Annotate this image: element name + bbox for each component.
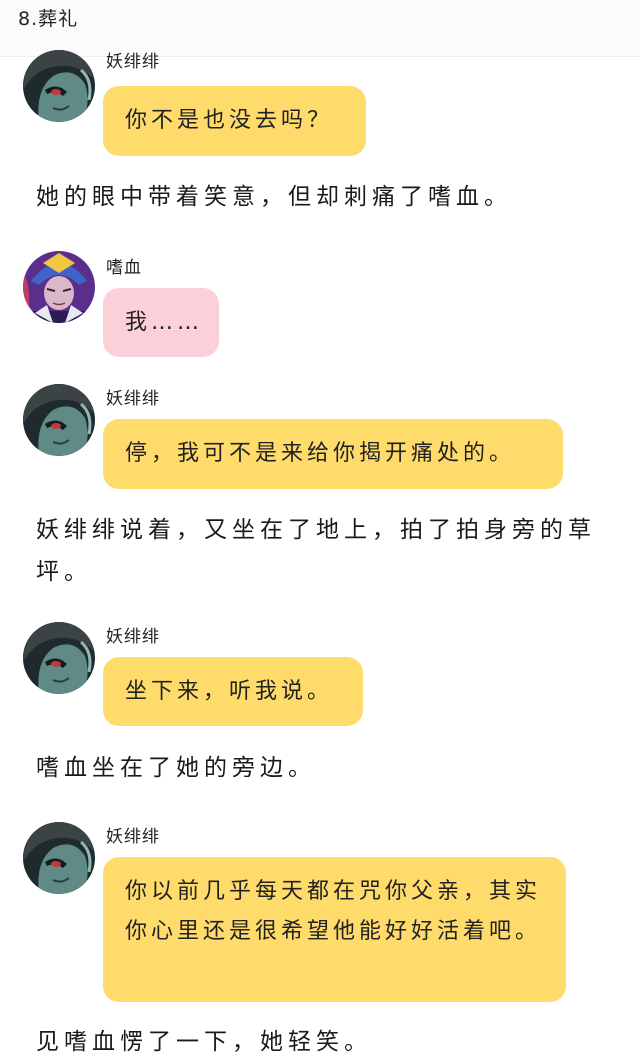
chat-bubble: 你不是也没去吗？ xyxy=(103,86,366,156)
narration-text: 妖绯绯说着，又坐在了地上，拍了拍身旁的草坪。 xyxy=(36,517,596,585)
armored-boy-avatar[interactable] xyxy=(23,251,95,323)
header-bar: 8.葬礼 xyxy=(0,0,640,57)
speaker-name: 妖绯绯 xyxy=(106,827,160,847)
speaker-name: 妖绯绯 xyxy=(106,52,160,72)
alien-girl-avatar[interactable] xyxy=(23,622,95,694)
chat-bubble: 我…… xyxy=(103,288,219,357)
narration-text: 嗜血坐在了她的旁边。 xyxy=(36,755,316,781)
alien-girl-avatar[interactable] xyxy=(23,384,95,456)
narration-text: 她的眼中带着笑意，但却刺痛了嗜血。 xyxy=(36,184,512,210)
speaker-name: 嗜血 xyxy=(106,258,142,278)
chat-bubble: 你以前几乎每天都在咒你父亲，其实你心里还是很希望他能好好活着吧。 xyxy=(103,857,566,1002)
narration-text: 见嗜血愣了一下，她轻笑。 xyxy=(36,1029,372,1055)
alien-girl-avatar[interactable] xyxy=(23,822,95,894)
chat-bubble: 坐下来，听我说。 xyxy=(103,657,363,726)
chat-bubble: 停，我可不是来给你揭开痛处的。 xyxy=(103,419,563,489)
alien-girl-avatar[interactable] xyxy=(23,50,95,122)
speaker-name: 妖绯绯 xyxy=(106,389,160,409)
page-title: 8.葬礼 xyxy=(18,8,79,30)
speaker-name: 妖绯绯 xyxy=(106,627,160,647)
